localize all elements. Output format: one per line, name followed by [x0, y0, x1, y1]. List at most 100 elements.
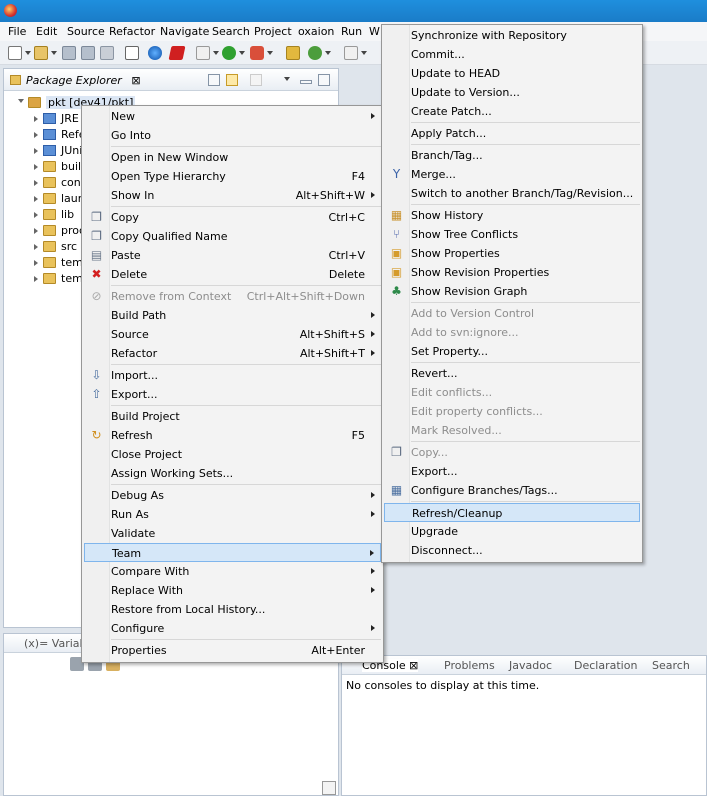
menu-navigate[interactable]: Navigate [160, 25, 209, 38]
team_menu-item-add-to-svn-ignore[interactable]: Add to svn:ignore... [384, 323, 640, 342]
context_menu-item-replace-with[interactable]: Replace With [84, 581, 381, 600]
external-tools-icon[interactable] [250, 46, 264, 60]
context_menu-item-new[interactable]: New [84, 107, 381, 126]
menu-window[interactable]: W [369, 25, 380, 38]
menu-run[interactable]: Run [341, 25, 362, 38]
context_menu-item-build-project[interactable]: Build Project [84, 407, 381, 426]
new-folder-icon[interactable] [34, 46, 48, 60]
minimize-icon[interactable] [300, 80, 312, 84]
collapse-all-icon[interactable] [208, 74, 220, 86]
link-with-editor-icon[interactable] [226, 74, 238, 86]
context_menu-item-compare-with[interactable]: Compare With [84, 562, 381, 581]
print-icon[interactable] [100, 46, 114, 60]
menu-source[interactable]: Source [67, 25, 105, 38]
team_menu-item-edit-conflicts[interactable]: Edit conflicts... [384, 383, 640, 402]
team_menu-item-commit[interactable]: Commit... [384, 45, 640, 64]
team_menu-item-mark-resolved[interactable]: Mark Resolved... [384, 421, 640, 440]
context_menu-item-remove-from-context[interactable]: ⊘ Remove from Context Ctrl+Alt+Shift+Down [84, 287, 381, 306]
new-package-icon[interactable] [286, 46, 300, 60]
team_menu-item-add-to-version-control[interactable]: Add to Version Control [384, 304, 640, 323]
team_menu-item-update-to-version[interactable]: Update to Version... [384, 83, 640, 102]
search-icon[interactable] [344, 46, 358, 60]
save-icon[interactable] [62, 46, 76, 60]
tab-search[interactable]: Search [652, 659, 690, 672]
menu-refactor[interactable]: Refactor [109, 25, 155, 38]
context_menu-item-properties[interactable]: Properties Alt+Enter [84, 641, 381, 660]
context_menu-item-delete[interactable]: ✖ Delete Delete [84, 265, 381, 284]
debug-icon[interactable] [196, 46, 210, 60]
binary-icon[interactable] [125, 46, 139, 60]
team_menu-item-show-revision-graph[interactable]: ♣ Show Revision Graph [384, 282, 640, 301]
context_menu-item-refresh[interactable]: ↻ Refresh F5 [84, 426, 381, 445]
menu-file[interactable]: File [8, 25, 26, 38]
context_menu-item-open-type-hierarchy[interactable]: Open Type Hierarchy F4 [84, 167, 381, 186]
team_menu-item-upgrade[interactable]: Upgrade [384, 522, 640, 541]
team_menu-item-synchronize-with-repository[interactable]: Synchronize with Repository [384, 26, 640, 45]
menu-edit[interactable]: Edit [36, 25, 57, 38]
context_menu-item-run-as[interactable]: Run As [84, 505, 381, 524]
chevron-down-icon[interactable] [213, 51, 219, 55]
context_menu-item-go-into[interactable]: Go Into [84, 126, 381, 145]
tab-javadoc[interactable]: Javadoc [509, 659, 552, 672]
team_menu-item-apply-patch[interactable]: Apply Patch... [384, 124, 640, 143]
context_menu-item-import[interactable]: ⇩ Import... [84, 366, 381, 385]
menu-oxaion[interactable]: oxaion [298, 25, 334, 38]
context_menu-item-export[interactable]: ⇧ Export... [84, 385, 381, 404]
context_menu-item-close-project[interactable]: Close Project [84, 445, 381, 464]
team_menu-item-set-property[interactable]: Set Property... [384, 342, 640, 361]
context_menu-item-validate[interactable]: Validate [84, 524, 381, 543]
context_menu-item-configure[interactable]: Configure [84, 619, 381, 638]
team_menu-item-merge[interactable]: Y Merge... [384, 165, 640, 184]
new-file-icon[interactable] [8, 46, 22, 60]
tab-problems[interactable]: Problems [444, 659, 495, 672]
team_menu-item-create-patch[interactable]: Create Patch... [384, 102, 640, 121]
context_menu-item-show-in[interactable]: Show In Alt+Shift+W [84, 186, 381, 205]
team_menu-item-configure-branches-tags[interactable]: ▦ Configure Branches/Tags... [384, 481, 640, 500]
context_menu-item-copy-qualified-name[interactable]: ❐ Copy Qualified Name [84, 227, 381, 246]
team_menu-item-show-tree-conflicts[interactable]: ⑂ Show Tree Conflicts [384, 225, 640, 244]
team_menu-item-switch-to-another-branch-tag-revision[interactable]: Switch to another Branch/Tag/Revision... [384, 184, 640, 203]
menu-search[interactable]: Search [212, 25, 250, 38]
chevron-down-icon[interactable] [25, 51, 31, 55]
run-icon[interactable] [222, 46, 236, 60]
new-class-icon[interactable] [308, 46, 322, 60]
team_menu-item-disconnect[interactable]: Disconnect... [384, 541, 640, 560]
save-all-icon[interactable] [81, 46, 95, 60]
team_menu-item-branch-tag[interactable]: Branch/Tag... [384, 146, 640, 165]
team_menu-item-show-revision-properties[interactable]: ▣ Show Revision Properties [384, 263, 640, 282]
context_menu-item-assign-working-sets[interactable]: Assign Working Sets... [84, 464, 381, 483]
team_menu-item-copy[interactable]: ❐ Copy... [384, 443, 640, 462]
team_menu-item-refresh-cleanup[interactable]: Refresh/Cleanup [384, 503, 640, 522]
context_menu-item-build-path[interactable]: Build Path [84, 306, 381, 325]
context_menu-item-open-in-new-window[interactable]: Open in New Window [84, 148, 381, 167]
tab-declaration[interactable]: Declaration [574, 659, 637, 672]
team_menu-item-export[interactable]: Export... [384, 462, 640, 481]
view-menu-icon[interactable] [284, 77, 290, 81]
chevron-down-icon[interactable] [361, 51, 367, 55]
context_menu-item-refactor[interactable]: Refactor Alt+Shift+T [84, 344, 381, 363]
team_menu-item-revert[interactable]: Revert... [384, 364, 640, 383]
maximize-icon[interactable] [318, 74, 330, 86]
team_menu-item-show-properties[interactable]: ▣ Show Properties [384, 244, 640, 263]
package-explorer-tab[interactable]: Package Explorer ⊠ [26, 74, 141, 87]
close-icon[interactable]: ⊠ [131, 74, 140, 87]
team_menu-item-update-to-head[interactable]: Update to HEAD [384, 64, 640, 83]
context_menu-item-source[interactable]: Source Alt+Shift+S [84, 325, 381, 344]
context_menu-item-debug-as[interactable]: Debug As [84, 486, 381, 505]
globe-icon[interactable] [148, 46, 162, 60]
focus-task-icon[interactable] [250, 74, 262, 86]
chevron-down-icon[interactable] [267, 51, 273, 55]
team_menu-item-edit-property-conflicts[interactable]: Edit property conflicts... [384, 402, 640, 421]
chevron-down-icon[interactable] [325, 51, 331, 55]
context_menu-item-team[interactable]: Team [84, 543, 381, 562]
scroll-up-icon[interactable] [322, 781, 336, 795]
oxaion-icon[interactable] [168, 46, 186, 60]
team_menu-item-show-history[interactable]: ▦ Show History [384, 206, 640, 225]
chevron-down-icon[interactable] [239, 51, 245, 55]
close-icon[interactable]: ⊠ [409, 659, 418, 672]
context_menu-item-paste[interactable]: ▤ Paste Ctrl+V [84, 246, 381, 265]
menu-project[interactable]: Project [254, 25, 292, 38]
chevron-down-icon[interactable] [51, 51, 57, 55]
context_menu-item-copy[interactable]: ❐ Copy Ctrl+C [84, 208, 381, 227]
context_menu-item-restore-from-local-history[interactable]: Restore from Local History... [84, 600, 381, 619]
